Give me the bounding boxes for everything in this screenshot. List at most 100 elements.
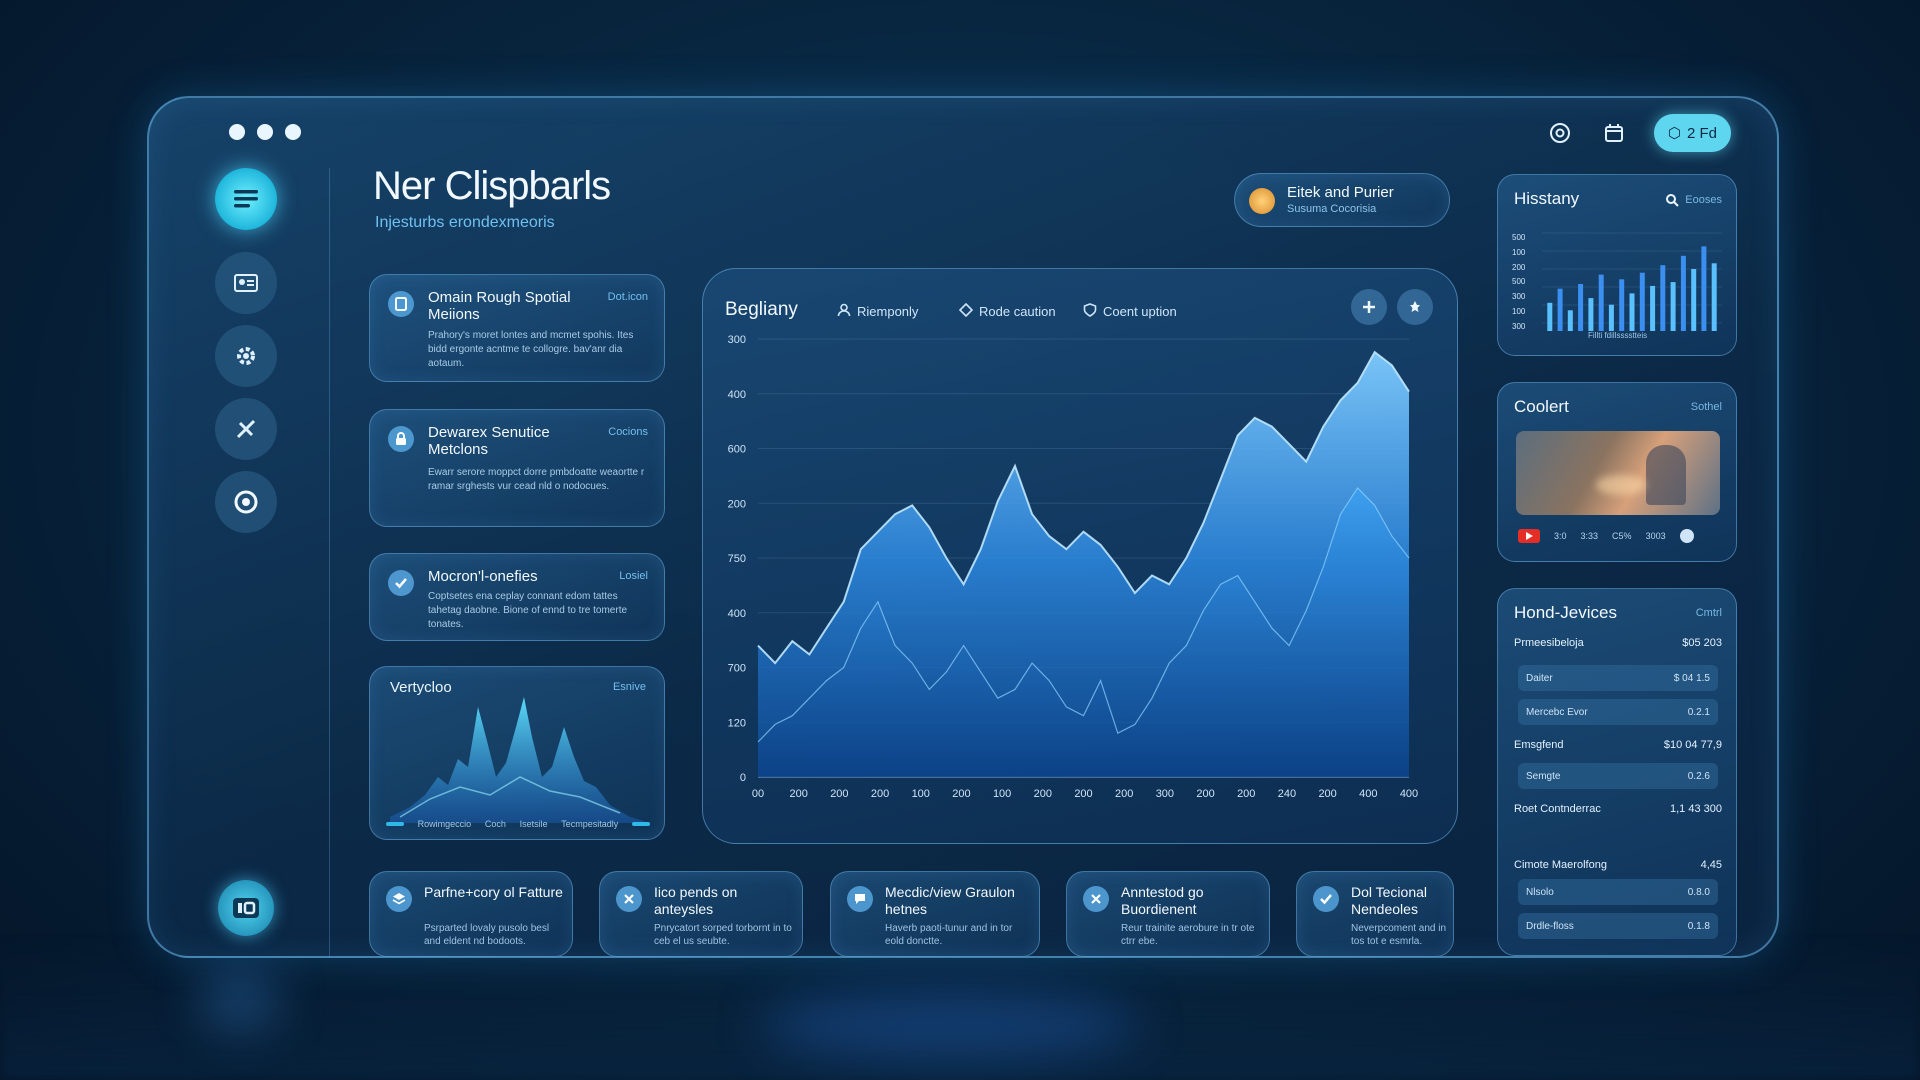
mini-chart-card[interactable]: Vertycloo Esnive Rowimgeccio Coch Isetsi…: [369, 666, 665, 840]
refresh-icon[interactable]: [1546, 119, 1574, 147]
history-y-label: 200: [1512, 262, 1526, 272]
video-controls: 3:0 3:33 C5% 3003: [1518, 529, 1718, 543]
video-figure: [1646, 445, 1686, 505]
x-tick-label: 100: [912, 788, 930, 800]
service-sub-value: 0.2.1: [1687, 706, 1710, 718]
service-sub-label: Daiter: [1526, 672, 1553, 684]
history-bar: [1701, 246, 1707, 331]
coin-icon: [1249, 188, 1275, 214]
video-thumbnail[interactable]: [1516, 431, 1720, 515]
bottom-card[interactable]: Parfne+cory ol Fatture Psrparted lovaly …: [369, 871, 573, 957]
history-y-label: 500: [1512, 277, 1526, 287]
status-button[interactable]: ⬡ 2 Fd: [1653, 114, 1731, 152]
layers-icon: [386, 886, 412, 912]
history-bar: [1557, 288, 1563, 331]
history-y-label: 500: [1512, 233, 1526, 242]
history-bar: [1711, 263, 1717, 331]
history-x-caption: Fillti fdillsssstteis: [1588, 331, 1648, 340]
feature-card[interactable]: Omain Rough Spotial Meiions Dot.icon Pra…: [369, 274, 665, 382]
bottom-card[interactable]: Dol Tecional Nendeoles Neverpcoment and …: [1296, 871, 1454, 957]
services-tag[interactable]: Cmtrl: [1696, 607, 1722, 619]
calendar-icon[interactable]: [1600, 119, 1628, 147]
video-title: Coolert: [1514, 397, 1569, 416]
menu-button[interactable]: [215, 168, 277, 230]
sidebar-item-target[interactable]: [215, 471, 277, 533]
window-dot-close[interactable]: [229, 124, 245, 140]
service-sub-row[interactable]: Mercebc Evor 0.2.1: [1518, 699, 1718, 725]
lock-icon: [388, 426, 414, 452]
feature-card-title: Dewarex Senutice Metclons: [428, 424, 550, 458]
check-icon: [1313, 886, 1339, 912]
sidebar-item-settings[interactable]: [215, 325, 277, 387]
background-blur: [760, 990, 1140, 1060]
main-chart-card: Begliany Riemponly Rode caution Coent up…: [702, 268, 1458, 844]
video-time: 3:0: [1554, 531, 1567, 541]
hamburger-icon: [234, 190, 258, 208]
feature-card[interactable]: Dewarex Senutice Metclons Cocions Ewarr …: [369, 409, 665, 527]
bottom-card[interactable]: Iico pends on anteysles Pnrycatort sorpe…: [599, 871, 803, 957]
window-dot-minimize[interactable]: [257, 124, 273, 140]
profile-avatar[interactable]: [218, 880, 274, 936]
history-title: Hisstany: [1514, 189, 1580, 208]
service-row[interactable]: Prmeesibeloja $05 203: [1514, 637, 1722, 649]
info-icon[interactable]: [1679, 529, 1694, 543]
play-icon[interactable]: [1518, 529, 1540, 543]
bottom-card-desc: Pnrycatort sorped torbornt in to ceb el …: [654, 923, 792, 947]
chat-icon: [847, 886, 873, 912]
app-window: ⬡ 2 Fd Ner Clispbarls Injesturbs erondex…: [147, 96, 1779, 958]
feature-card-tag[interactable]: Cocions: [608, 426, 648, 438]
service-row[interactable]: Cimote Maerolfong 4,45: [1514, 859, 1722, 871]
service-sub-row[interactable]: Semgte 0.2.6: [1518, 763, 1718, 789]
history-search-label: Eooses: [1685, 194, 1722, 206]
history-bar: [1691, 269, 1697, 331]
service-sub-row[interactable]: Drdle-floss 0.1.8: [1518, 913, 1718, 939]
video-card[interactable]: Coolert Sothel 3:0 3:33 C5% 3003: [1497, 382, 1737, 562]
history-bar: [1588, 298, 1594, 331]
history-search[interactable]: Eooses: [1665, 193, 1722, 207]
history-card[interactable]: Hisstany Eooses 500 100 200 500 300 100 …: [1497, 174, 1737, 356]
background-blur: [200, 970, 280, 1030]
page-title: Ner Clispbarls: [373, 164, 611, 208]
service-row[interactable]: Roet Contnderrac 1,1 43 300: [1514, 803, 1722, 815]
service-row[interactable]: Emsgfend $10 04 77,9: [1514, 739, 1722, 751]
x-tick-label: 200: [871, 788, 889, 800]
document-icon: [388, 291, 414, 317]
service-sub-row[interactable]: Nlsolo 0.8.0: [1518, 879, 1718, 905]
service-sub-label: Nlsolo: [1526, 886, 1554, 898]
bottom-card[interactable]: Mecdic/view Graulon hetnes Haverb paoti-…: [830, 871, 1040, 957]
window-dot-maximize[interactable]: [285, 124, 301, 140]
video-tag[interactable]: Sothel: [1691, 401, 1722, 413]
service-value: 1,1 43 300: [1670, 803, 1722, 815]
video-quality[interactable]: 3003: [1646, 531, 1666, 541]
sidebar-item-profile[interactable]: [215, 252, 277, 314]
service-sub-value: 0.1.8: [1687, 920, 1710, 932]
service-sub-value: $ 04 1.5: [1673, 672, 1710, 684]
bottom-card-title: Dol Tecional Nendeoles: [1351, 884, 1428, 917]
service-label: Emsgfend: [1514, 739, 1564, 751]
x-tick-label: 200: [1318, 788, 1336, 800]
feature-card-title: Omain Rough Spotial Meiions: [428, 289, 571, 323]
feature-card-tag[interactable]: Dot.icon: [608, 291, 648, 303]
promo-subtitle: Susuma Cocorisia: [1287, 203, 1377, 215]
sidebar-item-tools[interactable]: [215, 398, 277, 460]
y-tick-label: 200: [728, 498, 746, 510]
services-card[interactable]: Hond-Jevices Cmtrl Prmeesibeloja $05 203…: [1497, 588, 1737, 956]
main-area-chart: 0 120 700 400 750 200 600 400 300 00 200 200 200 100…: [728, 334, 1419, 800]
bottom-card-title: Iico pends on anteysles: [654, 884, 738, 917]
video-volume[interactable]: C5%: [1612, 531, 1632, 541]
history-y-label: 100: [1512, 307, 1526, 317]
bottom-card[interactable]: Anntestod go Buordienent Reur trainite a…: [1066, 871, 1270, 957]
mini-chart-chip: [386, 822, 404, 826]
service-sub-row[interactable]: Daiter $ 04 1.5: [1518, 665, 1718, 691]
close-icon: [1083, 886, 1109, 912]
mini-chart-axis: Rowimgeccio Coch Isetsile Tecmpesitadly: [386, 819, 650, 829]
feature-card-desc: Prahory's moret lontes and mcmet spohis.…: [428, 330, 634, 369]
tools-icon: [236, 419, 256, 439]
feature-card-tag[interactable]: Losiel: [619, 570, 648, 582]
bottom-card-title: Anntestod go Buordienent: [1121, 884, 1204, 917]
promo-pill[interactable]: Eitek and Purier Susuma Cocorisia: [1234, 173, 1450, 227]
sidebar: [215, 168, 279, 936]
feature-card[interactable]: Mocron'l-onefies Losiel Coptsetes ena ce…: [369, 553, 665, 641]
page-subtitle: Injesturbs erondexmeoris: [375, 214, 555, 231]
history-y-axis: 500 100 200 500 300 100 300: [1512, 233, 1538, 331]
